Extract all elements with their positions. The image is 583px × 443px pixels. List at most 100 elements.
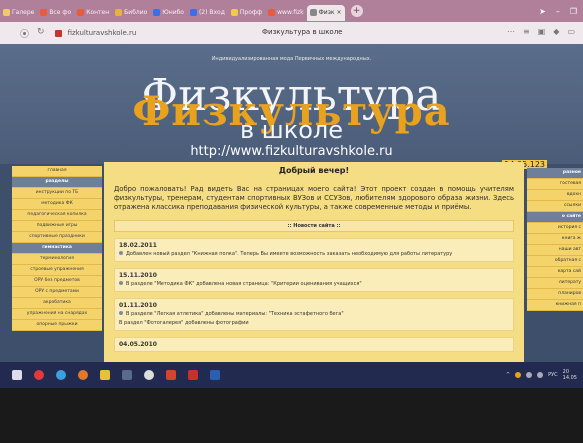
tray-up-icon[interactable]: ^ <box>506 372 510 378</box>
browser-tab-active[interactable]: Физк × <box>306 4 345 21</box>
nav-item[interactable]: обратная с <box>527 256 583 267</box>
tab-favicon-icon <box>268 9 276 16</box>
nav-item[interactable]: опорные прыжки <box>12 320 102 331</box>
tray-network-icon[interactable] <box>526 372 533 378</box>
lock-icon <box>54 29 62 37</box>
news-item: 18.02.2011 Добавлен новый раздел "Книжна… <box>114 238 514 262</box>
news-date: 15.11.2010 <box>119 272 157 279</box>
browser-tab[interactable]: Галере <box>0 5 37 21</box>
tab-label: Юнибо <box>162 9 184 16</box>
nav-item[interactable]: строевые упражнения <box>12 265 102 276</box>
nav-item[interactable]: литерату <box>527 278 583 289</box>
site-url[interactable]: http://www.fizkulturavshkole.ru <box>0 144 583 159</box>
news-body: Добавлен новый раздел "Книжная полка". Т… <box>126 251 453 257</box>
screen-bezel <box>0 388 583 443</box>
nav-item[interactable]: гостевая <box>527 179 583 190</box>
tray-volume-icon[interactable] <box>537 372 544 378</box>
back-icon[interactable]: ⦿ <box>20 27 29 40</box>
menu-icon[interactable]: ⋯ <box>507 27 515 36</box>
nav-section-header: разное <box>527 168 583 179</box>
nav-item[interactable]: карта сай <box>527 267 583 278</box>
nav-item[interactable]: педагогическая копилка <box>12 210 102 221</box>
news-text: В разделе "Методика ФК" добавлена новая … <box>119 281 509 288</box>
nav-item[interactable]: ссылки <box>527 201 583 212</box>
reload-icon[interactable]: ↻ <box>37 27 45 40</box>
nav-item[interactable]: планиров <box>527 289 583 300</box>
yandex-icon[interactable] <box>144 370 154 380</box>
os-taskbar: ^ РУС 20 14.05 <box>0 362 583 388</box>
browser-tab[interactable]: Все фо <box>37 5 74 21</box>
bullet-icon <box>119 251 123 255</box>
language-indicator[interactable]: РУС <box>548 372 558 378</box>
browser-tab[interactable]: Профф <box>228 5 265 21</box>
tab-label: (2) Вход <box>198 9 225 16</box>
app-icon[interactable] <box>34 370 44 380</box>
bookmark-icon[interactable]: ◆ <box>553 27 559 36</box>
browser-tab[interactable]: Библио <box>112 5 150 21</box>
nav-item[interactable]: главная <box>12 166 102 177</box>
tab-label: Все фо <box>49 9 72 16</box>
nav-section-header: разделы <box>12 177 102 188</box>
news-text: В раздел "Фотогалерея" добавлены фотогра… <box>119 320 509 327</box>
new-tab-button[interactable]: + <box>350 5 363 17</box>
tray-app-icon[interactable] <box>515 372 522 378</box>
tab-favicon-icon <box>3 9 10 16</box>
browser-tab-bar: Галере Все фо Контен Библио Юнибо (2) Вх… <box>0 0 583 22</box>
toolbar-buttons: ⋯ ≡ ▣ ◆ ▭ <box>507 27 575 36</box>
tab-favicon-icon <box>153 9 161 16</box>
pdf-icon[interactable] <box>188 370 198 380</box>
reader-icon[interactable]: ≡ <box>523 27 530 36</box>
url-field[interactable]: fizkulturavshkole.ru <box>68 29 137 37</box>
nav-item[interactable]: упражнения на снарядах <box>12 309 102 320</box>
download-icon[interactable]: ▭ <box>567 27 575 36</box>
browser-tab[interactable]: Контен <box>74 5 112 21</box>
news-text: В разделе "Легкая атлетика" добавлены ма… <box>119 311 509 318</box>
tab-label: Контен <box>86 9 110 16</box>
address-bar: ⦿ ↻ fizkulturavshkole.ru Физкультура в ш… <box>0 22 583 44</box>
windows-start-icon[interactable] <box>12 370 22 380</box>
banner-note: Индивидуализированная мода Первичных меж… <box>211 56 372 62</box>
nav-item[interactable]: ОРУ с предметами <box>12 287 102 298</box>
news-item: 04.05.2010 <box>114 337 514 352</box>
lock-icon[interactable]: ▣ <box>538 27 546 36</box>
nav-item[interactable]: терминология <box>12 254 102 265</box>
minimize-icon[interactable]: – <box>556 7 560 16</box>
media-icon[interactable] <box>122 370 132 380</box>
news-text: Добавлен новый раздел "Книжная полка". Т… <box>119 251 509 258</box>
clock-date: 14.05 <box>562 375 577 381</box>
nav-item[interactable]: история с <box>527 223 583 234</box>
tab-favicon-icon <box>189 9 197 16</box>
left-sidebar: главная разделы инструкции по ТБ методик… <box>12 166 102 331</box>
folder-icon[interactable] <box>100 370 110 380</box>
nav-item[interactable]: книжная п <box>527 300 583 311</box>
clock[interactable]: 20 14.05 <box>563 369 577 381</box>
nav-item[interactable]: методика ФК <box>12 199 102 210</box>
tab-label: Физк <box>318 9 335 16</box>
browser-app-icon[interactable] <box>56 370 66 380</box>
nav-item[interactable]: подвижные игры <box>12 221 102 232</box>
nav-item[interactable]: акробатика <box>12 298 102 309</box>
tab-favicon-icon <box>115 9 123 16</box>
powerpoint-icon[interactable] <box>166 370 176 380</box>
firefox-icon[interactable] <box>78 370 88 380</box>
nav-item[interactable]: вдохн <box>527 190 583 201</box>
bullet-icon <box>119 281 123 285</box>
news-item: 15.11.2010 В разделе "Методика ФК" добав… <box>114 268 514 292</box>
greeting: Добрый вечер! <box>278 166 350 175</box>
browser-tab[interactable]: www.fizk <box>265 5 306 21</box>
nav-item[interactable]: наши авт <box>527 245 583 256</box>
nav-item[interactable]: инструкции по ТБ <box>12 188 102 199</box>
nav-item[interactable]: спортивные праздники <box>12 232 102 243</box>
browser-tab[interactable]: (2) Вход <box>187 5 228 21</box>
word-icon[interactable] <box>210 370 220 380</box>
nav-item[interactable]: книга ж <box>527 234 583 245</box>
close-icon[interactable]: × <box>337 9 342 16</box>
news-date: 04.05.2010 <box>119 341 157 348</box>
browser-tab[interactable]: Юнибо <box>150 5 187 21</box>
tab-label: Библио <box>124 9 148 16</box>
tab-label: Профф <box>239 9 263 16</box>
restore-icon[interactable]: ❐ <box>570 7 577 16</box>
news-header: :: Новости сайта :: <box>114 220 514 232</box>
page-title: Физкультура в школе <box>262 28 343 36</box>
nav-item[interactable]: ОРУ без предметов <box>12 276 102 287</box>
